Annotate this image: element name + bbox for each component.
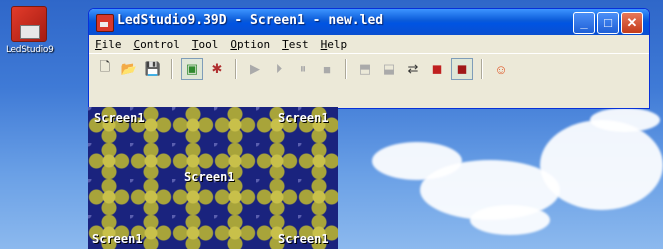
desktop-shortcut-ledstudio[interactable]: LedStudio9 (6, 6, 54, 55)
screen-label-top-right: Screen1 (278, 111, 329, 125)
toolbar-separator (481, 59, 483, 79)
title-bar[interactable]: LedStudio9.39D - Screen1 - new.led _ □ ✕ (89, 9, 649, 35)
stop-icon[interactable]: ■ (317, 59, 337, 79)
menu-tool[interactable]: Tool (192, 38, 219, 51)
save-icon[interactable]: 💾 (143, 59, 163, 79)
ledstudio-window-icon[interactable] (96, 14, 114, 32)
minimize-button[interactable]: _ (573, 12, 595, 34)
window-title: LedStudio9.39D - Screen1 - new.led (117, 13, 384, 28)
menu-test[interactable]: Test (282, 38, 309, 51)
close-button[interactable]: ✕ (621, 12, 643, 34)
step-icon[interactable]: ⏵ (269, 59, 289, 79)
toolbar-separator (171, 59, 173, 79)
color-red-icon[interactable]: ◼ (427, 59, 447, 79)
screen-label-bottom-right: Screen1 (278, 232, 329, 246)
desktop-shortcut-label: LedStudio9 (6, 45, 54, 55)
send-a-icon[interactable]: ⬒ (355, 59, 375, 79)
new-file-icon[interactable]: 🗋 (95, 59, 115, 79)
screen-label-bottom-left: Screen1 (92, 232, 143, 246)
screen-label-center: Screen1 (184, 170, 235, 184)
cloud (540, 120, 663, 210)
menu-control[interactable]: Control (134, 38, 180, 51)
led-screen-preview[interactable]: Screen1 Screen1 Screen1 Screen1 Screen1 (88, 107, 338, 249)
settings-wrench-icon[interactable]: ✱ (207, 59, 227, 79)
open-folder-icon[interactable]: 📂 (119, 59, 139, 79)
cloud (470, 205, 550, 235)
screen-preview-icon[interactable]: ▣ (181, 58, 203, 80)
pause-icon[interactable]: ⏸ (293, 59, 313, 79)
toolbar-separator (345, 59, 347, 79)
smiley-icon[interactable]: ☺ (491, 59, 511, 79)
transfer-icon[interactable]: ⇄ (403, 59, 423, 79)
cloud (590, 108, 660, 132)
color-card-icon[interactable]: ◼ (451, 58, 473, 80)
menu-bar: File Control Tool Option Test Help (89, 35, 649, 53)
app-window: LedStudio9.39D - Screen1 - new.led _ □ ✕… (88, 8, 650, 109)
toolbar-separator (235, 59, 237, 79)
toolbar: 🗋 📂 💾 ▣ ✱ ▶ ⏵ ⏸ ■ ⬒ ⬓ ⇄ ◼ ◼ ☺ (89, 53, 649, 84)
send-b-icon[interactable]: ⬓ (379, 59, 399, 79)
menu-file[interactable]: File (95, 38, 122, 51)
menu-help[interactable]: Help (321, 38, 348, 51)
play-icon[interactable]: ▶ (245, 59, 265, 79)
maximize-button[interactable]: □ (597, 12, 619, 34)
screen-label-top-left: Screen1 (94, 111, 145, 125)
menu-option[interactable]: Option (230, 38, 270, 51)
ledstudio-app-icon (11, 6, 47, 42)
